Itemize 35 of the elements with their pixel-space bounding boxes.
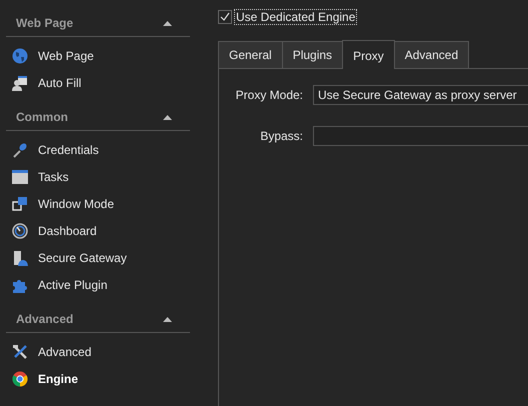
server-icon xyxy=(12,250,28,266)
collapse-caret-icon[interactable] xyxy=(163,114,172,120)
tab[interactable]: General xyxy=(218,41,283,68)
field-label: Bypass: xyxy=(259,129,303,143)
key-icon xyxy=(12,142,28,158)
sidebar-item[interactable]: Tasks xyxy=(0,163,196,190)
windows-icon xyxy=(12,196,28,212)
proxy-mode-field[interactable]: Use Secure Gateway as proxy server xyxy=(313,85,528,105)
section-header: Web Page xyxy=(16,16,74,30)
globe-icon xyxy=(12,48,28,64)
sidebar-item[interactable]: Engine xyxy=(0,365,196,392)
sidebar-item[interactable]: Secure Gateway xyxy=(0,244,196,271)
checkbox-label[interactable]: Use Dedicated Engine xyxy=(235,10,356,24)
collapse-caret-icon[interactable] xyxy=(163,20,172,26)
tools-icon xyxy=(12,344,28,360)
tab[interactable]: Plugins xyxy=(282,41,344,68)
tab[interactable]: Proxy xyxy=(342,40,395,69)
sidebar-item[interactable]: Credentials xyxy=(0,136,196,163)
sidebar-item[interactable]: Dashboard xyxy=(0,217,196,244)
sidebar-item[interactable]: Window Mode xyxy=(0,190,196,217)
person-card-icon xyxy=(12,74,28,90)
bypass-field[interactable] xyxy=(313,126,528,146)
sidebar-item[interactable]: Web Page xyxy=(0,42,196,69)
browser-logo-icon xyxy=(12,370,28,386)
section-header: Advanced xyxy=(16,312,74,326)
window-icon xyxy=(12,168,28,184)
sidebar-item[interactable]: Advanced xyxy=(0,338,196,365)
field-label: Proxy Mode: xyxy=(234,88,303,102)
sidebar-item[interactable]: Active Plugin xyxy=(0,271,196,298)
checkbox[interactable] xyxy=(218,10,232,24)
tab[interactable]: Advanced xyxy=(394,41,470,68)
section-header: Common xyxy=(16,110,68,124)
collapse-caret-icon[interactable] xyxy=(163,316,172,322)
sidebar-item[interactable]: Auto Fill xyxy=(0,69,196,96)
gauge-icon xyxy=(12,222,28,238)
